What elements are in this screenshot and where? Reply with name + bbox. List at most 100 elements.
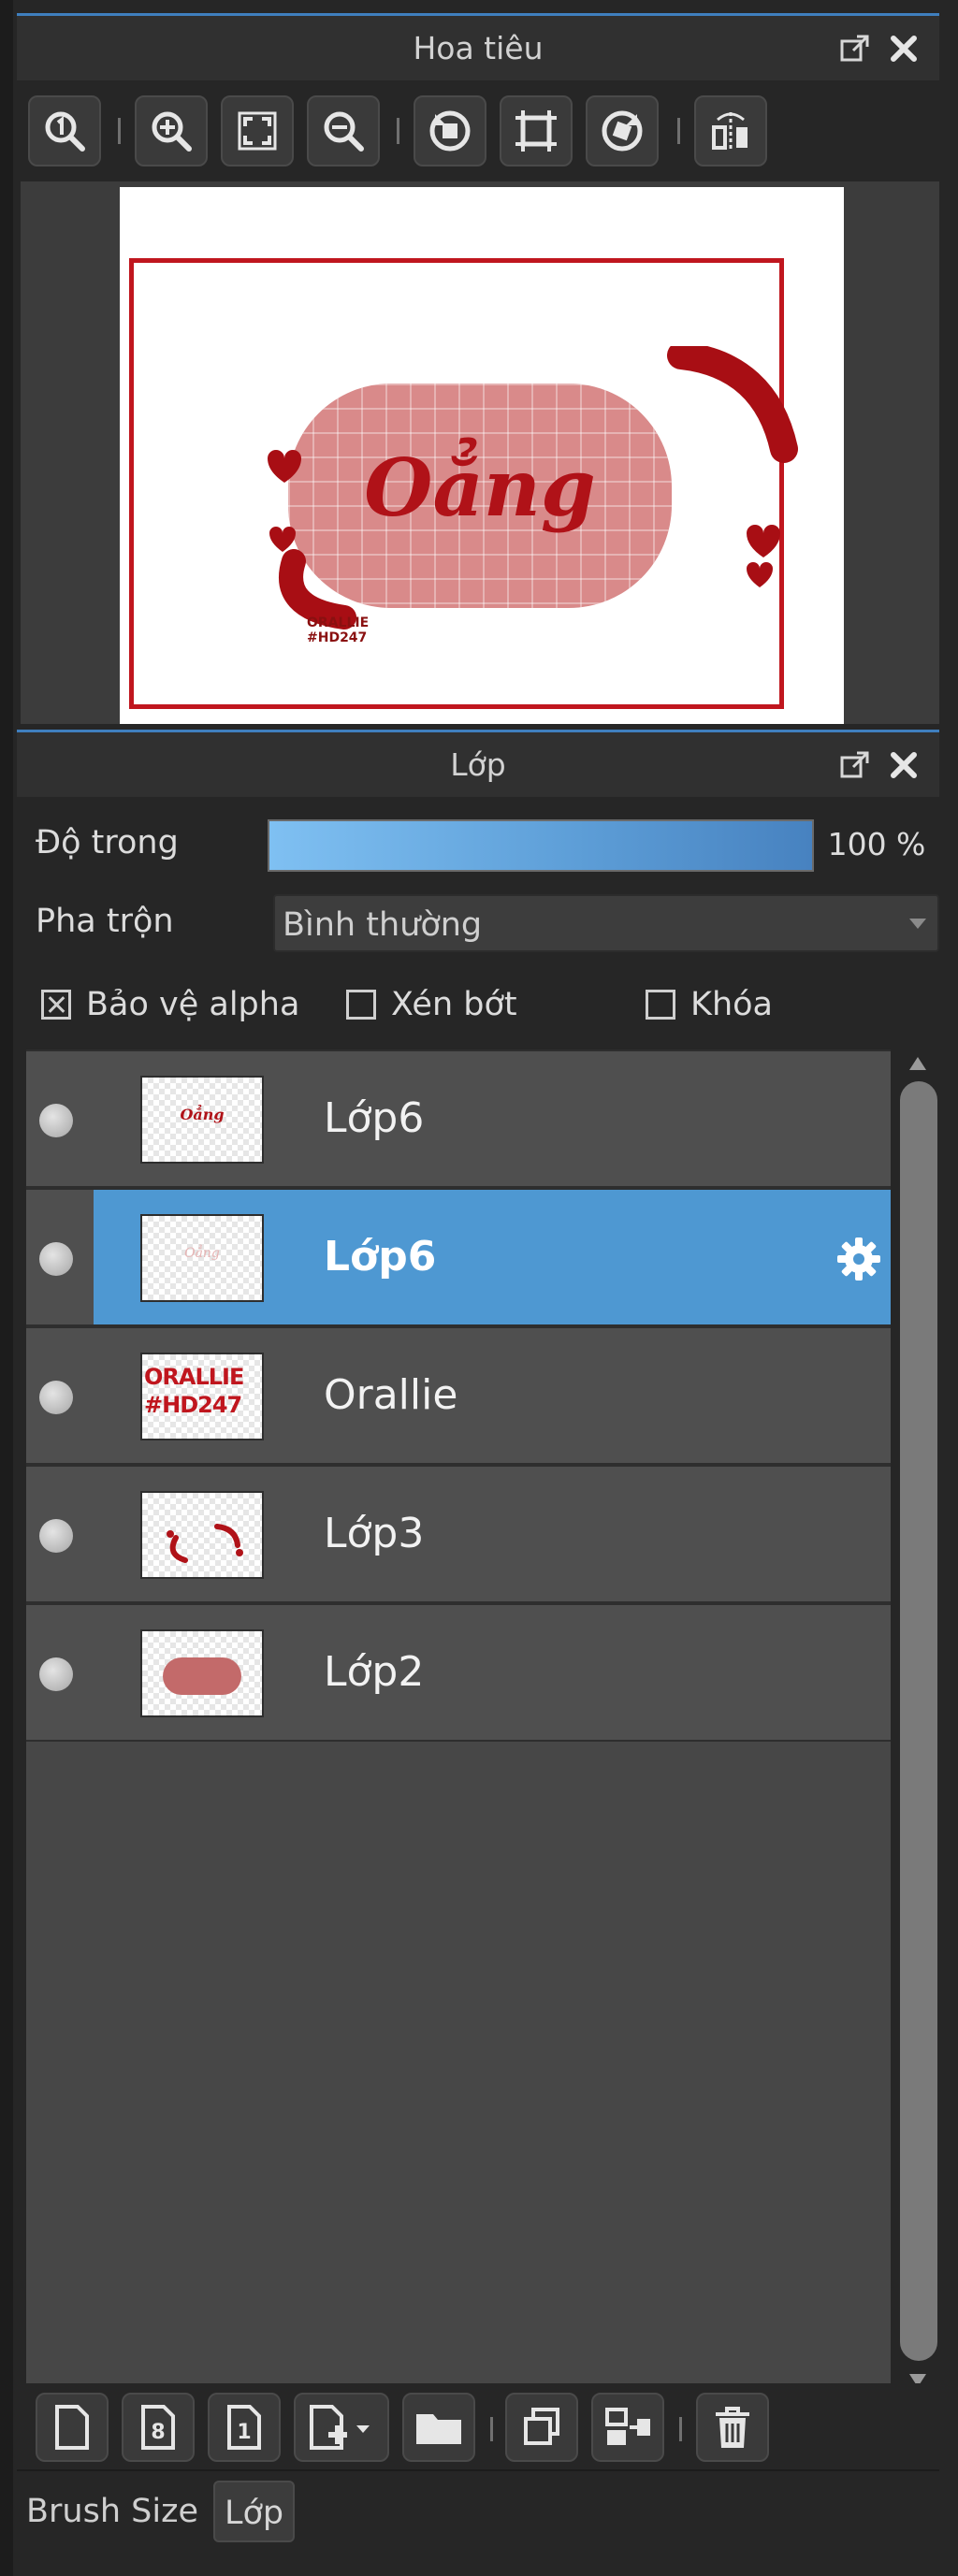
crop-frame-icon (515, 110, 557, 152)
chevron-down-icon (909, 919, 926, 929)
delete-layer-button[interactable] (696, 2393, 769, 2462)
new-8bit-layer-button[interactable]: 8 (122, 2393, 195, 2462)
opacity-slider[interactable] (268, 819, 814, 872)
rotate-right-button[interactable] (586, 95, 659, 166)
navigator-header: Hoa tiêu (17, 13, 939, 80)
rotate-left-icon (429, 110, 471, 152)
lock-label: Khóa (690, 986, 773, 1023)
zoom-actual-button[interactable] (28, 95, 101, 166)
visibility-toggle-icon[interactable] (39, 1519, 73, 1553)
lock-checkbox[interactable]: Khóa (646, 986, 795, 1023)
tab-brush-size[interactable]: Brush Size (17, 2481, 208, 2542)
layer-thumbnail: Oẳng (140, 1076, 264, 1164)
blend-mode-select[interactable]: Bình thường (273, 894, 939, 952)
toolbar-separator (397, 118, 399, 144)
tab-layer[interactable]: Lớp (213, 2481, 296, 2542)
layer-panel-header: Lớp (17, 730, 939, 797)
svg-text:8: 8 (151, 2421, 165, 2444)
visibility-toggle-icon[interactable] (39, 1657, 73, 1691)
layer-thumbnail: Oẳng (140, 1214, 264, 1302)
new-folder-button[interactable] (402, 2393, 475, 2462)
layer-name: Lớp6 (324, 1094, 425, 1142)
layer-row[interactable]: Oẳng Lớp6 (26, 1049, 891, 1188)
fit-screen-icon (238, 111, 277, 151)
navigator-toolbar (17, 84, 939, 178)
crop-frame-button[interactable] (500, 95, 573, 166)
detach-panel-icon[interactable] (838, 32, 872, 65)
artwork-strokes (268, 346, 798, 630)
folder-icon (416, 2414, 461, 2444)
layer-options-row: Bảo vệ alpha Xén bớt Khóa (17, 963, 939, 1038)
fit-screen-button[interactable] (221, 95, 294, 166)
layer-panel: Lớp Độ trong 100 % Pha trộn Bình thường … (17, 730, 939, 2469)
new-layer-icon (55, 2405, 89, 2450)
layer-name: Lớp3 (324, 1510, 425, 1557)
zoom-out-button[interactable] (307, 95, 380, 166)
clipping-label: Xén bớt (391, 986, 517, 1023)
layer-row[interactable]: Lớp3 (26, 1465, 891, 1603)
layer-thumbnail: ORALLIE #HD247 (140, 1353, 264, 1440)
detach-panel-icon[interactable] (838, 748, 872, 782)
layer-row[interactable]: ORALLIE #HD247 Orallie (26, 1326, 891, 1465)
merge-down-button[interactable] (591, 2393, 664, 2462)
blob-thumbnail (163, 1657, 241, 1695)
new-1bit-layer-icon: 1 (227, 2405, 261, 2450)
protect-alpha-checkbox[interactable]: Bảo vệ alpha (41, 986, 341, 1023)
blend-row: Pha trộn Bình thường (17, 889, 939, 954)
svg-text:1: 1 (237, 2421, 251, 2444)
toolbar-separator (118, 118, 121, 144)
new-color-layer-button[interactable] (36, 2393, 109, 2462)
visibility-toggle-icon[interactable] (39, 1104, 73, 1137)
layer-name: Orallie (324, 1371, 458, 1419)
zoom-out-icon (324, 111, 364, 152)
blend-mode-value: Bình thường (283, 906, 483, 944)
dock-tab-bar: Brush Size Lớp (17, 2469, 939, 2576)
close-icon[interactable] (887, 748, 921, 782)
layer-name: Lớp2 (324, 1648, 425, 1696)
toolbar-separator (677, 118, 680, 144)
zoom-in-icon (152, 111, 192, 152)
layer-thumbnail (140, 1491, 264, 1579)
trash-icon (716, 2407, 749, 2448)
new-1bit-layer-button[interactable]: 1 (208, 2393, 281, 2462)
layer-row-selected[interactable]: Oẳng Lớp6 (26, 1188, 891, 1326)
close-icon[interactable] (887, 32, 921, 65)
layer-list: Oẳng Lớp6 Oẳng Lớp6 ORALLIE #HD247 Orall… (26, 1049, 891, 2385)
scrollbar-thumb[interactable] (900, 1081, 937, 2361)
navigator-title: Hoa tiêu (413, 30, 544, 66)
opacity-label: Độ trong (36, 824, 179, 861)
zoom-actual-icon (45, 111, 85, 152)
checkbox-unchecked-icon (346, 990, 376, 1020)
scroll-up-arrow-icon[interactable] (909, 1057, 926, 1070)
flip-horizontal-icon (712, 112, 748, 150)
toolbar-separator (490, 2417, 493, 2441)
flip-horizontal-button[interactable] (694, 95, 767, 166)
duplicate-layer-button[interactable] (505, 2393, 578, 2462)
clipping-checkbox[interactable]: Xén bớt (346, 986, 552, 1023)
new-8bit-layer-icon: 8 (141, 2405, 175, 2450)
add-layer-icon (310, 2405, 370, 2450)
navigator-panel: Hoa tiêu Oẳng ORALLIE #HD247 (17, 13, 939, 724)
visibility-toggle-icon[interactable] (39, 1381, 73, 1414)
layer-panel-title: Lớp (450, 746, 506, 783)
checkbox-checked-icon (41, 990, 71, 1020)
stroke-thumbnail (167, 1524, 243, 1563)
add-layer-menu-button[interactable] (294, 2393, 389, 2462)
checkbox-unchecked-icon (646, 990, 675, 1020)
visibility-toggle-icon[interactable] (39, 1242, 73, 1276)
zoom-in-button[interactable] (135, 95, 208, 166)
layer-name: Lớp6 (324, 1233, 437, 1281)
gear-icon[interactable] (835, 1235, 883, 1283)
toolbar-separator (679, 2417, 682, 2441)
opacity-value: 100 % (827, 826, 926, 862)
canvas-preview: Oẳng ORALLIE #HD247 (120, 187, 844, 724)
rotate-left-button[interactable] (414, 95, 486, 166)
layer-scrollbar[interactable] (894, 1053, 939, 2391)
navigator-preview-area[interactable]: Oẳng ORALLIE #HD247 (21, 181, 939, 724)
dock-edge (0, 0, 13, 2576)
protect-alpha-label: Bảo vệ alpha (86, 986, 300, 1023)
artwork-watermark: ORALLIE #HD247 (307, 615, 370, 645)
rotate-right-icon (602, 110, 643, 152)
layer-row[interactable]: Lớp2 (26, 1603, 891, 1742)
blend-label: Pha trộn (36, 903, 174, 940)
